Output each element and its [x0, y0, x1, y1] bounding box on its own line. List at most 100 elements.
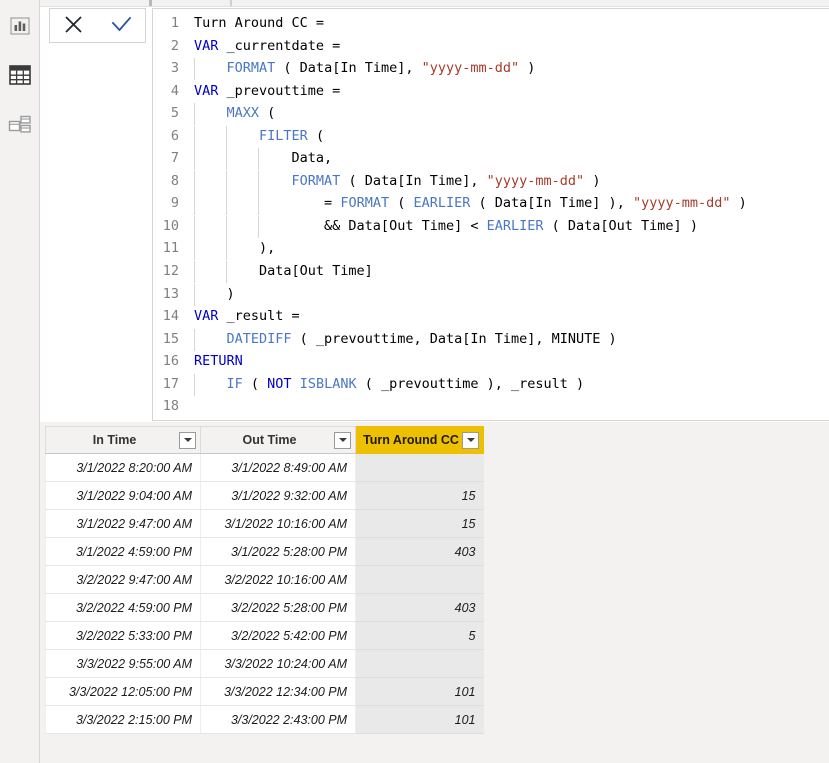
report-view-button[interactable]: [0, 8, 39, 48]
cell-out_time[interactable]: 3/2/2022 10:16:00 AM: [200, 565, 356, 594]
cell-in_time[interactable]: 3/2/2022 9:47:00 AM: [45, 565, 201, 594]
table-row[interactable]: 3/3/2022 2:15:00 PM 3/3/2022 2:43:00 PM 10…: [45, 705, 484, 734]
column-header-in_time[interactable]: In Time: [45, 426, 201, 454]
indent-guide: [194, 328, 195, 351]
code-token: ( Data[In Time] ),: [470, 195, 633, 212]
bar-chart-icon: [9, 16, 30, 40]
table-row[interactable]: 3/1/2022 4:59:00 PM 3/1/2022 5:28:00 PM 40…: [45, 537, 484, 566]
table-row[interactable]: 3/2/2022 9:47:00 AM 3/2/2022 10:16:00 AM: [45, 565, 484, 594]
code-token: MAXX: [226, 105, 260, 122]
model-view-button[interactable]: [0, 107, 39, 147]
cell-turn_around_cc[interactable]: 5: [355, 621, 484, 650]
column-header-out_time[interactable]: Out Time: [200, 426, 356, 454]
cell-in_time[interactable]: 3/3/2022 12:05:00 PM: [45, 677, 201, 706]
line-number: 9: [170, 195, 179, 212]
code-line[interactable]: 10 && Data[Out Time] < EARLIER ( Data[Ou…: [153, 215, 829, 238]
code-line[interactable]: 18: [153, 395, 829, 418]
code-line[interactable]: 16 RETURN: [153, 350, 829, 373]
code-line[interactable]: 1 Turn Around CC =: [153, 12, 829, 35]
cell-turn_around_cc[interactable]: [355, 565, 484, 594]
data-view-button[interactable]: [0, 57, 39, 97]
cell-turn_around_cc[interactable]: 15: [355, 509, 484, 538]
code-line[interactable]: 6 FILTER (: [153, 125, 829, 148]
cell-out_time[interactable]: 3/1/2022 9:32:00 AM: [200, 481, 356, 510]
cell-in_time[interactable]: 3/3/2022 2:15:00 PM: [45, 705, 201, 734]
code-token: ( Data[Out Time] ): [543, 217, 698, 234]
cell-out_time[interactable]: 3/3/2022 10:24:00 AM: [200, 649, 356, 678]
cell-turn_around_cc[interactable]: 101: [355, 705, 484, 734]
cell-in_time[interactable]: 3/2/2022 4:59:00 PM: [45, 593, 201, 622]
code-line[interactable]: 9 = FORMAT ( EARLIER ( Data[In Time] ), …: [153, 192, 829, 216]
data-table: In Time Out Time Turn Around CC 3/1/2022 8…: [45, 426, 484, 734]
table-row[interactable]: 3/3/2022 12:05:00 PM 3/3/2022 12:34:00 PM…: [45, 677, 484, 706]
code-token: =: [194, 195, 341, 212]
code-line[interactable]: 8 FORMAT ( Data[In Time], "yyyy-mm-dd" ): [153, 170, 829, 193]
code-token: EARLIER: [486, 217, 544, 234]
code-line[interactable]: 4 VAR _prevouttime =: [153, 80, 829, 103]
cell-in_time[interactable]: 3/1/2022 4:59:00 PM: [45, 537, 201, 566]
code-token: (: [242, 375, 268, 392]
column-filter-button-out_time[interactable]: [334, 431, 351, 449]
cell-out_time[interactable]: 3/3/2022 2:43:00 PM: [200, 705, 356, 734]
column-header-label: Out Time: [242, 433, 297, 447]
column-header-turn_around_cc[interactable]: Turn Around CC: [355, 426, 484, 454]
code-token: Data,: [194, 150, 333, 167]
line-number: 5: [170, 105, 179, 122]
code-line[interactable]: 5 MAXX (: [153, 102, 829, 126]
dax-code-lines[interactable]: 1 Turn Around CC = 2 VAR _currentdate = 3 FO…: [153, 12, 829, 418]
code-line[interactable]: 12 Data[Out Time]: [153, 260, 829, 284]
code-line[interactable]: 17 IF ( NOT ISBLANK ( _prevouttime ), _r…: [153, 373, 829, 396]
code-line[interactable]: 3 FORMAT ( Data[In Time], "yyyy-mm-dd" ): [153, 57, 829, 81]
cell-in_time[interactable]: 3/1/2022 9:47:00 AM: [45, 509, 201, 538]
table-row[interactable]: 3/2/2022 5:33:00 PM 3/2/2022 5:42:00 PM 5: [45, 621, 484, 650]
code-line[interactable]: 15 DATEDIFF ( _prevouttime, Data[In Time…: [153, 328, 829, 351]
code-line[interactable]: 2 VAR _currentdate =: [153, 35, 829, 58]
cell-out_time[interactable]: 3/2/2022 5:28:00 PM: [200, 593, 356, 622]
code-token: "yyyy-mm-dd": [421, 60, 520, 77]
code-line[interactable]: 13 ): [153, 283, 829, 306]
code-token: Data[Out Time]: [194, 263, 373, 280]
indent-guide: [226, 215, 227, 238]
toolbar-strip-marker: [149, 0, 152, 6]
column-header-label: In Time: [92, 433, 137, 447]
cell-turn_around_cc[interactable]: 15: [355, 481, 484, 510]
commit-formula-button[interactable]: [99, 9, 143, 42]
line-number: 7: [170, 150, 179, 167]
line-number: 12: [162, 263, 179, 280]
cell-out_time[interactable]: 3/3/2022 12:34:00 PM: [200, 677, 356, 706]
table-row[interactable]: 3/1/2022 8:20:00 AM 3/1/2022 8:49:00 AM: [45, 453, 484, 482]
cell-turn_around_cc[interactable]: [355, 453, 484, 482]
cell-in_time[interactable]: 3/1/2022 8:20:00 AM: [45, 453, 201, 482]
cell-turn_around_cc[interactable]: [355, 649, 484, 678]
cancel-formula-button[interactable]: [52, 9, 96, 42]
dax-formula-editor[interactable]: 1 Turn Around CC = 2 VAR _currentdate = 3 FO…: [152, 8, 829, 421]
cell-turn_around_cc[interactable]: 101: [355, 677, 484, 706]
cell-turn_around_cc[interactable]: 403: [355, 593, 484, 622]
code-line[interactable]: 14 VAR _result =: [153, 305, 829, 328]
cell-in_time[interactable]: 3/1/2022 9:04:00 AM: [45, 481, 201, 510]
column-filter-button-turn_around_cc[interactable]: [462, 431, 479, 449]
cell-out_time[interactable]: 3/2/2022 5:42:00 PM: [200, 621, 356, 650]
line-number: 3: [170, 60, 179, 77]
code-token: ( _prevouttime ), _result ): [356, 375, 585, 392]
cell-turn_around_cc[interactable]: 403: [355, 537, 484, 566]
cell-out_time[interactable]: 3/1/2022 5:28:00 PM: [200, 537, 356, 566]
cell-in_time[interactable]: 3/2/2022 5:33:00 PM: [45, 621, 201, 650]
table-row[interactable]: 3/2/2022 4:59:00 PM 3/2/2022 5:28:00 PM 40…: [45, 593, 484, 622]
table-row[interactable]: 3/3/2022 9:55:00 AM 3/3/2022 10:24:00 AM: [45, 649, 484, 678]
code-line[interactable]: 11 ),: [153, 237, 829, 261]
column-header-inner: In Time: [52, 428, 196, 453]
table-row[interactable]: 3/1/2022 9:47:00 AM 3/1/2022 10:16:00 AM 1…: [45, 509, 484, 538]
code-token: VAR: [194, 82, 219, 99]
column-filter-button-in_time[interactable]: [179, 431, 196, 449]
chevron-down-icon: [183, 438, 192, 442]
code-line[interactable]: 7 Data,: [153, 147, 829, 171]
column-header-inner: Out Time: [207, 428, 351, 453]
column-header-label: Turn Around CC: [363, 433, 459, 447]
cell-out_time[interactable]: 3/1/2022 10:16:00 AM: [200, 509, 356, 538]
cell-in_time[interactable]: 3/3/2022 9:55:00 AM: [45, 649, 201, 678]
table-row[interactable]: 3/1/2022 9:04:00 AM 3/1/2022 9:32:00 AM 15: [45, 481, 484, 510]
cell-out_time[interactable]: 3/1/2022 8:49:00 AM: [200, 453, 356, 482]
